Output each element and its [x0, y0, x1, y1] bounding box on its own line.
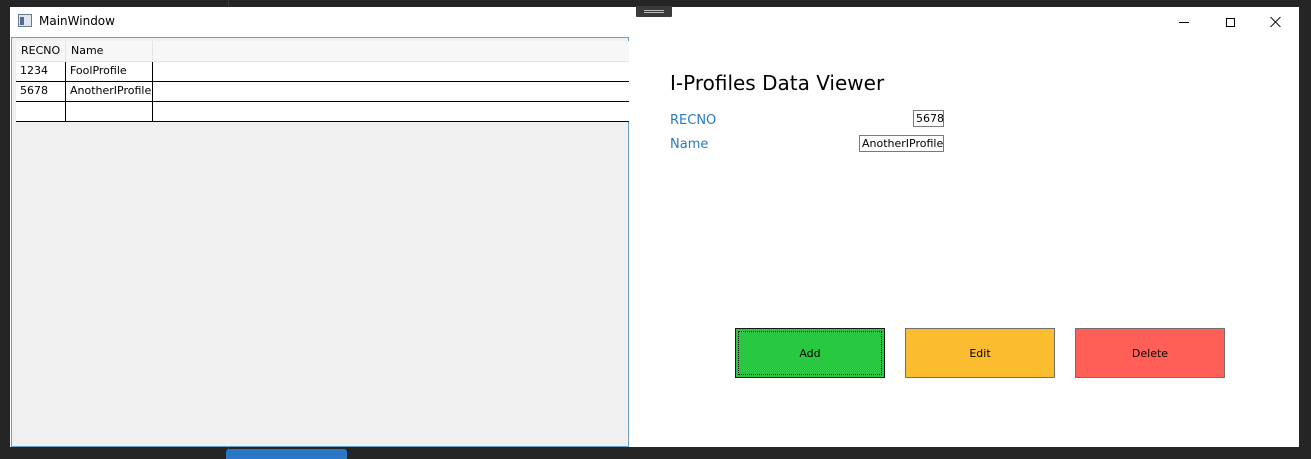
- page-title: I-Profiles Data Viewer: [670, 71, 885, 95]
- title-bar[interactable]: MainWindow: [10, 6, 1299, 37]
- window-title: MainWindow: [39, 14, 115, 28]
- cell-name[interactable]: AnotherIProfile: [66, 82, 153, 101]
- close-button[interactable]: [1253, 7, 1299, 37]
- close-icon: [1270, 16, 1282, 28]
- grid-body: 1234 FoolProfile 5678 AnotherIProfile: [16, 62, 629, 122]
- edit-button[interactable]: Edit: [905, 328, 1055, 378]
- table-row[interactable]: 1234 FoolProfile: [16, 62, 629, 82]
- column-header-recno[interactable]: RECNO: [16, 41, 66, 61]
- maximize-icon: [1225, 17, 1235, 27]
- add-button[interactable]: Add: [735, 328, 885, 378]
- main-window: MainWindow RECNO Name 1234 FoolProfile 5…: [10, 6, 1299, 447]
- maximize-button[interactable]: [1207, 7, 1253, 37]
- cell-name[interactable]: FoolProfile: [66, 62, 153, 81]
- delete-button[interactable]: Delete: [1075, 328, 1225, 378]
- minimize-button[interactable]: [1161, 7, 1207, 37]
- taskbar-item[interactable]: [226, 449, 347, 459]
- cell-recno[interactable]: 1234: [16, 62, 66, 81]
- new-item-row[interactable]: [16, 102, 629, 122]
- app-window-icon: [18, 14, 32, 27]
- name-field[interactable]: AnotherIProfile: [859, 135, 944, 152]
- drag-handle[interactable]: [636, 6, 672, 17]
- profiles-data-grid[interactable]: RECNO Name 1234 FoolProfile 5678 Another…: [11, 37, 629, 447]
- column-header-filler: [153, 41, 629, 61]
- cell-recno[interactable]: [16, 102, 66, 121]
- table-row[interactable]: 5678 AnotherIProfile: [16, 82, 629, 102]
- recno-label: RECNO: [670, 113, 717, 128]
- name-label: Name: [670, 137, 709, 152]
- cell-filler: [153, 82, 629, 101]
- column-header-name[interactable]: Name: [66, 41, 153, 61]
- cell-recno[interactable]: 5678: [16, 82, 66, 101]
- grid-header: RECNO Name: [16, 41, 629, 62]
- minimize-icon: [1179, 21, 1189, 23]
- cell-filler: [153, 102, 629, 121]
- recno-field[interactable]: 5678: [913, 110, 944, 127]
- cell-name[interactable]: [66, 102, 153, 121]
- cell-filler: [153, 62, 629, 81]
